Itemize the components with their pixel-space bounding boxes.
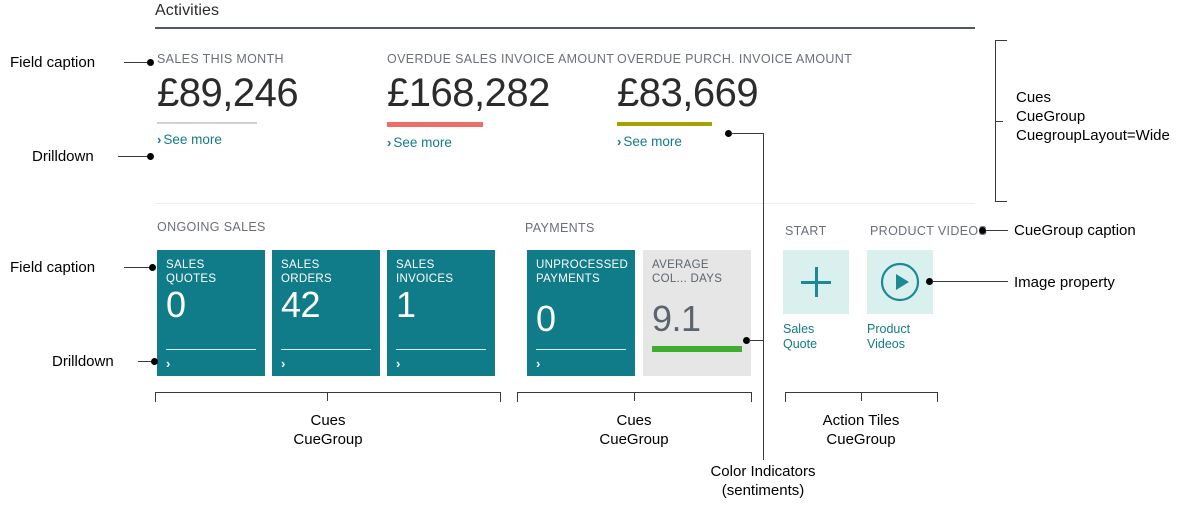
- leader-dot: [979, 227, 986, 234]
- tile-caption: UNPROCESSED PAYMENTS: [536, 259, 629, 285]
- dashboard-annotation-diagram: Activities SALES THIS MONTH £89,246 › See…: [0, 0, 1181, 509]
- annotation-cuegroup-caption: CueGroup caption: [1014, 222, 1136, 239]
- cue-tile-sales-orders[interactable]: SALES ORDERS 42 ›: [272, 250, 380, 376]
- annotation-line-2: CueGroup: [826, 431, 896, 448]
- tile-caption: SALES QUOTES: [166, 259, 217, 285]
- leader-dot: [147, 153, 154, 160]
- annotation-cues-wide: Cues CueGroup CuegroupLayout=Wide: [1016, 88, 1181, 145]
- leader-line: [749, 340, 764, 341]
- leader-dot: [151, 358, 158, 365]
- drilldown-link[interactable]: › See more: [617, 134, 852, 149]
- cuegroup-caption-product-videos: PRODUCT VIDEOS: [870, 224, 988, 238]
- cue-tile-average-collection-days[interactable]: AVERAGE COL... DAYS 9.1: [643, 250, 751, 376]
- wide-cue-overdue-sales-invoice[interactable]: OVERDUE SALES INVOICE AMOUNT £168,282 › S…: [387, 52, 614, 150]
- annotation-cues-cuegroup-1: Cues CueGroup: [225, 411, 431, 449]
- bracket-action-tiles: [785, 392, 938, 404]
- tile-value: 0: [166, 284, 186, 325]
- tile-value: 1: [396, 284, 416, 325]
- section-divider: [155, 203, 975, 204]
- chevron-right-icon: ›: [617, 134, 622, 149]
- drilldown-link[interactable]: › See more: [387, 135, 614, 150]
- chevron-right-icon[interactable]: ›: [281, 356, 285, 371]
- annotation-line-2: CueGroup: [293, 431, 363, 448]
- annotation-line-1: Cues: [310, 412, 346, 429]
- annotation-field-caption-top: Field caption: [10, 54, 96, 71]
- annotation-cues-cuegroup-2: Cues CueGroup: [531, 411, 737, 449]
- drilldown-label: See more: [393, 135, 452, 150]
- action-tile-label: Product Videos: [867, 322, 911, 351]
- page-title: Activities: [155, 2, 220, 19]
- action-tile-product-videos[interactable]: Product Videos: [867, 250, 933, 352]
- leader-line: [118, 156, 150, 157]
- annotation-action-tiles: Action Tiles CueGroup: [758, 411, 964, 449]
- tile-divider: [281, 349, 371, 350]
- cue-tile-sales-quotes[interactable]: SALES QUOTES 0 ›: [157, 250, 265, 376]
- sentiment-indicator-neutral: [157, 122, 257, 124]
- tile-caption: AVERAGE COL... DAYS: [652, 259, 723, 285]
- wide-cue-overdue-purch-invoice[interactable]: OVERDUE PURCH. INVOICE AMOUNT £83,669 › S…: [617, 52, 852, 149]
- annotation-color-indicators: Color Indicators (sentiments): [660, 462, 866, 500]
- tile-value: 9.1: [652, 298, 701, 339]
- chevron-right-icon: ›: [157, 132, 162, 147]
- bracket-cues-ongoing-sales: [155, 392, 501, 404]
- action-tile-sales-quote[interactable]: Sales Quote: [783, 250, 849, 352]
- annotation-line-1: Cues: [1016, 89, 1052, 106]
- leader-line: [124, 267, 152, 268]
- tile-caption: SALES INVOICES: [396, 259, 454, 285]
- tile-divider: [166, 349, 256, 350]
- annotation-image-property: Image property: [1014, 274, 1115, 291]
- wide-cue-caption: OVERDUE SALES INVOICE AMOUNT: [387, 52, 615, 66]
- annotation-line-2: CueGroup: [1016, 108, 1086, 125]
- wide-cue-caption: OVERDUE PURCH. INVOICE AMOUNT: [617, 52, 853, 66]
- drilldown-label: See more: [163, 132, 222, 147]
- play-circle-icon-svg: [880, 262, 920, 302]
- sentiment-indicator-unfavorable: [387, 122, 483, 127]
- leader-line: [932, 281, 1008, 282]
- cue-tile-unprocessed-payments[interactable]: UNPROCESSED PAYMENTS 0 ›: [527, 250, 635, 376]
- action-tile-label: Sales Quote: [783, 322, 818, 351]
- tile-divider: [536, 349, 626, 350]
- drilldown-link[interactable]: › See more: [157, 132, 298, 147]
- wide-cue-value: £83,669: [617, 71, 759, 115]
- tile-divider: [396, 349, 486, 350]
- annotation-line-1: Action Tiles: [822, 412, 900, 429]
- wide-cue-caption: SALES THIS MONTH: [157, 52, 284, 66]
- cuegroup-caption-start: START: [785, 224, 827, 238]
- annotation-line-2: CueGroup: [599, 431, 669, 448]
- annotation-field-caption-bottom: Field caption: [10, 259, 96, 276]
- wide-cue-value: £89,246: [157, 71, 299, 115]
- chevron-right-icon[interactable]: ›: [166, 356, 170, 371]
- annotation-line-1: Color Indicators: [710, 463, 816, 480]
- cuegroup-caption-payments: PAYMENTS: [525, 221, 595, 235]
- drilldown-label: See more: [623, 134, 682, 149]
- chevron-right-icon[interactable]: ›: [396, 356, 400, 371]
- title-divider: [155, 27, 975, 29]
- cue-tile-sales-invoices[interactable]: SALES INVOICES 1 ›: [387, 250, 495, 376]
- annotation-drilldown-top: Drilldown: [32, 148, 94, 165]
- leader-dot: [149, 264, 156, 271]
- leader-line: [986, 230, 1008, 231]
- plus-icon[interactable]: [783, 250, 849, 314]
- play-circle-icon[interactable]: [867, 250, 933, 314]
- plus-icon-vertical: [814, 267, 818, 297]
- annotation-line-3: CuegroupLayout=Wide: [1016, 127, 1170, 144]
- cuegroup-caption-ongoing-sales: ONGOING SALES: [157, 220, 266, 234]
- annotation-line-1: Cues: [616, 412, 652, 429]
- bracket-cues-payments: [517, 392, 752, 404]
- chevron-right-icon: ›: [387, 135, 392, 150]
- leader-dot: [147, 59, 154, 66]
- wide-cue-sales-this-month[interactable]: SALES THIS MONTH £89,246 › See more: [157, 52, 299, 147]
- bracket-cues-wide: [995, 40, 1007, 202]
- wide-cue-value: £168,282: [387, 71, 550, 115]
- sentiment-indicator-favorable: [652, 346, 742, 352]
- chevron-right-icon[interactable]: ›: [536, 356, 540, 371]
- annotation-drilldown-bottom: Drilldown: [52, 353, 114, 370]
- sentiment-indicator-ambiguous: [617, 122, 712, 126]
- tile-caption: SALES ORDERS: [281, 259, 333, 285]
- leader-line: [731, 133, 764, 134]
- tile-value: 0: [536, 298, 556, 339]
- tile-value: 42: [281, 284, 321, 325]
- annotation-line-2: (sentiments): [721, 482, 805, 499]
